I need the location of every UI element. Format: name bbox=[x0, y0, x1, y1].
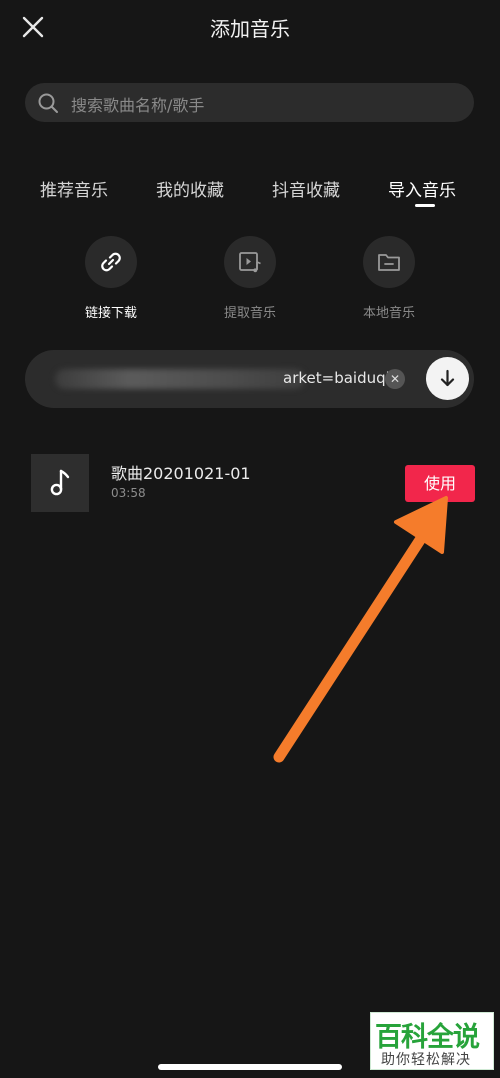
use-button[interactable]: 使用 bbox=[405, 465, 475, 502]
top-bar: 添加音乐 bbox=[0, 0, 500, 56]
home-indicator bbox=[158, 1064, 342, 1070]
link-url-value: arket=baiduqk bbox=[283, 369, 395, 387]
link-icon bbox=[101, 252, 121, 272]
song-cover bbox=[31, 454, 89, 512]
tab-favorites[interactable]: 我的收藏 bbox=[156, 176, 224, 201]
blurred-url-text bbox=[55, 369, 305, 389]
search-bar[interactable]: 搜索歌曲名称/歌手 bbox=[25, 83, 474, 122]
song-title: 歌曲20201021-01 bbox=[111, 464, 251, 483]
local-music-button[interactable] bbox=[363, 236, 415, 288]
music-note-icon bbox=[50, 469, 70, 496]
search-icon bbox=[38, 93, 58, 113]
link-url-input[interactable]: arket=baiduqk ✕ bbox=[25, 350, 474, 408]
watermark-logo: 百科全说 助你轻松解决 bbox=[370, 1012, 494, 1070]
download-arrow-icon bbox=[440, 369, 455, 387]
local-music-label: 本地音乐 bbox=[362, 306, 415, 321]
tab-import-music[interactable]: 导入音乐 bbox=[388, 176, 456, 201]
annotation-arrow bbox=[273, 496, 448, 763]
link-download-label: 链接下载 bbox=[84, 306, 137, 321]
extract-music-label: 提取音乐 bbox=[223, 306, 276, 321]
song-duration: 03:58 bbox=[111, 486, 146, 500]
folder-icon bbox=[378, 254, 400, 271]
link-download-button[interactable] bbox=[85, 236, 137, 288]
download-button[interactable] bbox=[426, 357, 469, 400]
song-list-item[interactable]: 歌曲20201021-01 03:58 使用 bbox=[31, 454, 476, 512]
watermark-subtitle: 助你轻松解决 bbox=[381, 1052, 471, 1068]
search-placeholder: 搜索歌曲名称/歌手 bbox=[71, 96, 205, 115]
tab-bar: 推荐音乐 我的收藏 抖音收藏 导入音乐 bbox=[0, 170, 500, 210]
video-music-icon bbox=[239, 252, 261, 273]
page-title: 添加音乐 bbox=[210, 17, 290, 41]
tab-douyin-favorites[interactable]: 抖音收藏 bbox=[272, 176, 340, 201]
tab-recommended[interactable]: 推荐音乐 bbox=[40, 176, 108, 201]
clear-icon[interactable]: ✕ bbox=[385, 369, 405, 389]
extract-music-button[interactable] bbox=[224, 236, 276, 288]
active-tab-indicator bbox=[415, 204, 435, 207]
